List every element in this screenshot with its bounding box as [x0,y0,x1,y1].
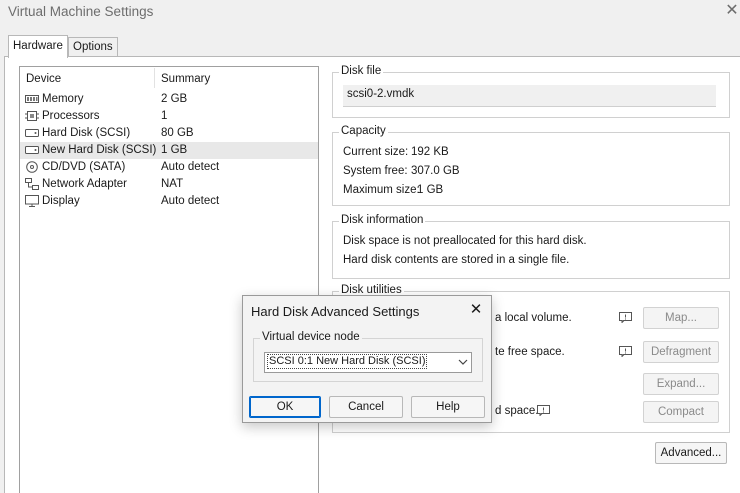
tab-options[interactable]: Options [68,37,118,57]
device-row-hard-disk[interactable]: Hard Disk (SCSI) 80 GB [20,125,318,142]
device-row-network-adapter[interactable]: Network Adapter NAT [20,176,318,193]
tab-hardware[interactable]: Hardware [8,35,68,58]
processor-icon [25,111,39,121]
device-summary: 80 GB [161,127,194,139]
device-row-cd-dvd[interactable]: CD/DVD (SATA) Auto detect [20,159,318,176]
system-free-label: System free: [343,165,408,177]
cancel-button[interactable]: Cancel [329,396,403,418]
current-size-value: 192 KB [411,146,449,158]
device-row-new-hard-disk[interactable]: New Hard Disk (SCSI) 1 GB [20,142,318,159]
disk-file-value: scsi0-2.vmdk [347,88,415,100]
map-button[interactable]: Map... [643,307,719,329]
current-size-label: Current size: [343,146,409,158]
device-summary: Auto detect [161,195,220,207]
device-name: Processors [42,110,100,122]
system-free-value: 307.0 GB [411,165,460,177]
disk-info-line: Disk space is not preallocated for this … [343,235,587,247]
device-summary: 2 GB [161,93,188,105]
virtual-device-node-group: Virtual device node SCSI 0:1 New Hard Di… [253,331,483,382]
help-button[interactable]: Help [411,396,485,418]
device-row-memory[interactable]: Memory 2 GB [20,91,318,108]
ok-button[interactable]: OK [249,396,321,418]
disk-info-line: Hard disk contents are stored in a singl… [343,254,570,266]
hard-disk-advanced-settings-dialog: Hard Disk Advanced Settings ✕ Virtual de… [242,295,492,423]
capacity-group: Capacity Current size: 192 KB System fre… [332,125,730,206]
hard-disk-icon [25,146,39,154]
column-header-device[interactable]: Device [26,67,61,89]
device-summary: Auto detect [161,161,220,173]
window-title: Virtual Machine Settings [8,4,154,19]
compact-description: d space. [495,405,539,417]
info-icon [537,405,550,416]
selected-value: SCSI 0:1 New Hard Disk (SCSI) [266,354,428,369]
device-row-display[interactable]: Display Auto detect [20,193,318,210]
network-adapter-icon [25,178,39,190]
device-summary: 1 GB [161,144,188,156]
compact-button[interactable]: Compact [643,401,719,423]
maximum-size-label: Maximum size: [343,184,420,196]
maximum-size-value: 1 GB [417,184,444,196]
device-name: Memory [42,93,84,105]
device-name: Network Adapter [42,178,128,190]
disk-information-group: Disk information Disk space is not preal… [332,214,730,279]
defragment-description: te free space. [495,346,565,358]
map-description: a local volume. [495,312,572,324]
device-summary: 1 [161,110,168,122]
close-icon[interactable]: ✕ [468,302,484,318]
group-label: Disk file [339,65,384,77]
cd-dvd-icon [26,161,38,173]
info-icon [619,346,632,357]
virtual-device-node-select[interactable]: SCSI 0:1 New Hard Disk (SCSI) [264,352,472,373]
advanced-button[interactable]: Advanced... [655,442,727,464]
hard-disk-icon [25,129,39,137]
memory-icon [25,95,39,103]
device-name: Display [42,195,80,207]
device-row-processors[interactable]: Processors 1 [20,108,318,125]
device-name: CD/DVD (SATA) [42,161,126,173]
display-icon [25,195,39,207]
disk-file-group: Disk file scsi0-2.vmdk [332,65,730,118]
device-name: New Hard Disk (SCSI) [42,144,157,156]
device-list[interactable]: Device Summary Memory 2 GB Processors 1 … [19,66,319,493]
close-icon[interactable]: ✕ [724,2,740,20]
group-label: Virtual device node [260,331,362,343]
dialog-title: Hard Disk Advanced Settings [251,304,420,319]
group-label: Capacity [339,125,388,137]
chevron-down-icon [458,359,468,365]
disk-file-field[interactable]: scsi0-2.vmdk [343,85,716,107]
group-label: Disk information [339,214,426,226]
column-header-summary[interactable]: Summary [161,67,210,89]
device-name: Hard Disk (SCSI) [42,127,131,139]
device-summary: NAT [161,178,184,190]
expand-button[interactable]: Expand... [643,373,719,395]
info-icon [619,312,632,323]
defragment-button[interactable]: Defragment [643,341,719,363]
